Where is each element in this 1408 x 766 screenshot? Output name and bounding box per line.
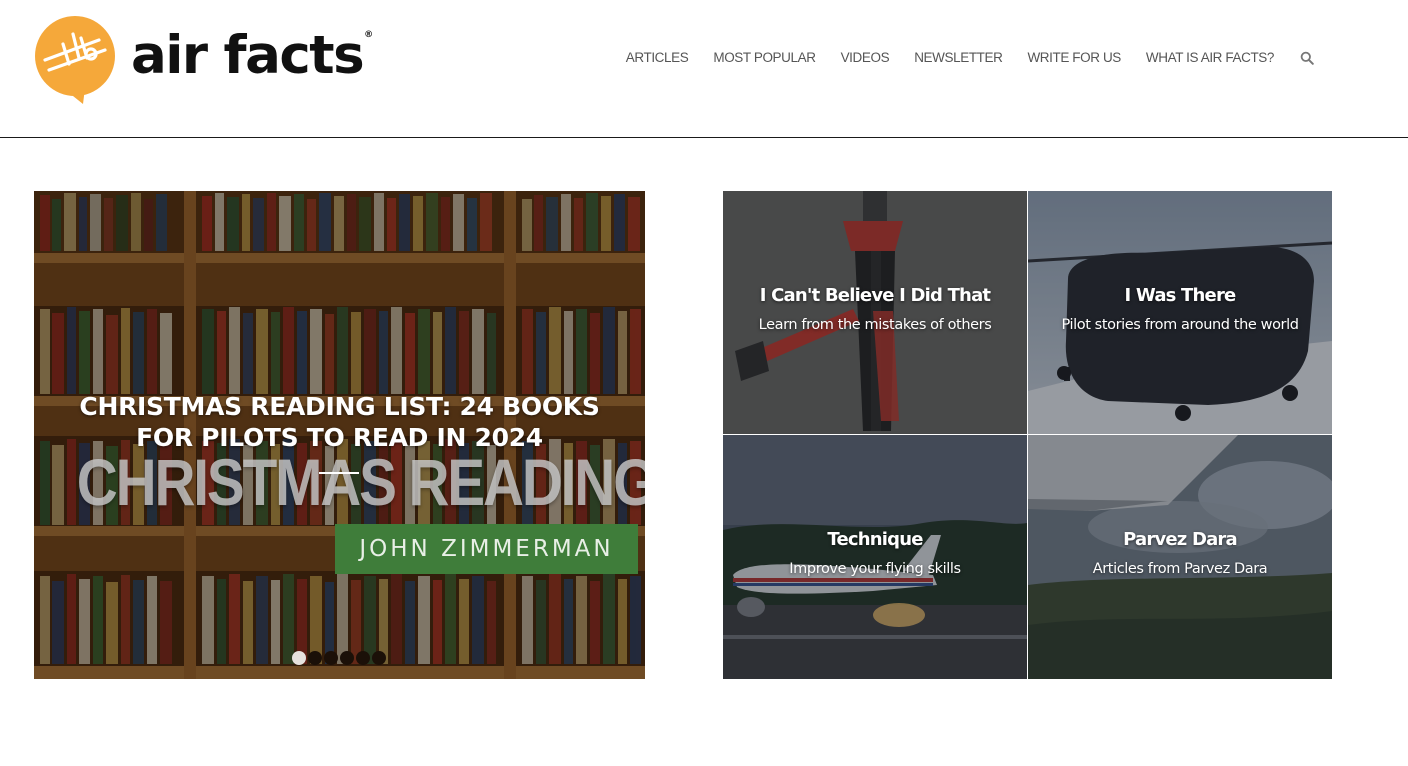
tile-caption: I Was There Pilot stories from around th… [1028, 285, 1332, 333]
tile-technique[interactable]: Technique Improve your flying skills [723, 435, 1027, 679]
nav-articles[interactable]: ARTICLES [626, 50, 689, 65]
search-icon[interactable] [1300, 51, 1314, 65]
nav-videos[interactable]: VIDEOS [841, 50, 890, 65]
tile-caption: Parvez Dara Articles from Parvez Dara [1028, 529, 1332, 577]
hero-image-headline: CHRISTMAS READING LIST [76, 445, 645, 519]
tile-caption: I Can't Believe I Did That Learn from th… [723, 285, 1027, 333]
tile-title: I Can't Believe I Did That [759, 285, 991, 306]
tile-title: I Was There [1124, 285, 1237, 306]
tile-i-cant-believe-i-did-that[interactable]: I Can't Believe I Did That Learn from th… [723, 191, 1027, 434]
tile-subtitle: Improve your flying skills [789, 561, 961, 577]
tile-title: Technique [827, 529, 923, 550]
category-tiles: I Can't Believe I Did That Learn from th… [723, 191, 1332, 679]
logo-airplane-icon [35, 16, 115, 104]
tile-caption: Technique Improve your flying skills [723, 529, 1027, 577]
slider-dot[interactable] [324, 651, 338, 665]
nav-most-popular[interactable]: MOST POPULAR [713, 50, 816, 65]
tile-subtitle: Pilot stories from around the world [1061, 317, 1299, 333]
hero-title-divider [319, 472, 359, 474]
main-nav: ARTICLES MOST POPULAR VIDEOS NEWSLETTER … [601, 50, 1314, 65]
nav-write-for-us[interactable]: WRITE FOR US [1027, 50, 1121, 65]
slider-dot[interactable] [356, 651, 370, 665]
slider-pagination [292, 651, 386, 665]
tile-parvez-dara[interactable]: Parvez Dara Articles from Parvez Dara [1028, 435, 1332, 679]
tile-title: Parvez Dara [1123, 529, 1238, 550]
registered-mark: ® [364, 29, 374, 40]
hero-image-byline: JOHN ZIMMERMAN [335, 524, 638, 574]
slider-dot[interactable] [372, 651, 386, 665]
slider-dot[interactable] [308, 651, 322, 665]
site-logo[interactable]: air facts ® [33, 14, 374, 104]
featured-slider[interactable]: CHRISTMAS READING LIST JOHN ZIMMERMAN CH… [34, 191, 645, 679]
slider-dot[interactable] [292, 651, 306, 665]
slider-dot[interactable] [340, 651, 354, 665]
nav-newsletter[interactable]: NEWSLETTER [914, 50, 1003, 65]
tile-subtitle: Learn from the mistakes of others [758, 317, 992, 333]
hero-article-title[interactable]: CHRISTMAS READING LIST: 24 BOOKS FOR PIL… [64, 391, 615, 453]
brand-name: air facts ® [131, 24, 374, 86]
site-header: air facts ® ARTICLES MOST POPULAR VIDEOS … [0, 0, 1408, 138]
tile-subtitle: Articles from Parvez Dara [1092, 561, 1268, 577]
nav-what-is-air-facts[interactable]: WHAT IS AIR FACTS? [1146, 50, 1274, 65]
tile-i-was-there[interactable]: I Was There Pilot stories from around th… [1028, 191, 1332, 434]
